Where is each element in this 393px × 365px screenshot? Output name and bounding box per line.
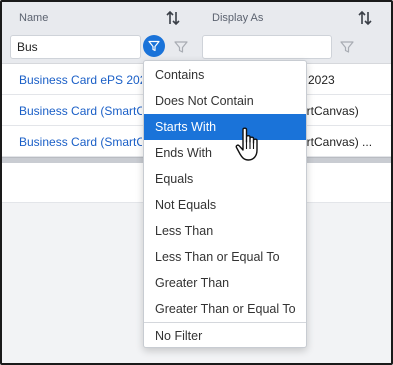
hand-pointer-icon (235, 127, 258, 161)
display-as-filter-input[interactable] (202, 35, 332, 59)
column-header-display-as[interactable]: Display As (212, 12, 263, 24)
filter-outline-icon[interactable] (339, 39, 355, 55)
menu-item-greater-than-or-equal[interactable]: Greater Than or Equal To (144, 296, 306, 322)
filter-icon (148, 40, 160, 52)
menu-item-not-equals[interactable]: Not Equals (144, 192, 306, 218)
menu-item-no-filter[interactable]: No Filter (144, 323, 306, 349)
row-name-link[interactable]: Business Card (SmartCanvas) (19, 135, 142, 149)
row-display-as: artCanvas) (300, 104, 359, 118)
name-filter-input[interactable] (10, 35, 141, 59)
menu-item-does-not-contain[interactable]: Does Not Contain (144, 88, 306, 114)
row-display-as: 2023 (308, 73, 335, 87)
menu-item-starts-with[interactable]: Starts With (144, 114, 306, 140)
sort-arrows-icon[interactable] (166, 10, 180, 26)
grid-window: Name Display As Business Card ePS 2023 2… (0, 0, 393, 365)
row-name-link[interactable]: Business Card (SmartCanvas) (19, 104, 142, 118)
sort-arrows-icon[interactable] (358, 10, 372, 26)
filter-condition-menu: Contains Does Not Contain Starts With En… (143, 60, 307, 348)
menu-item-ends-with[interactable]: Ends With (144, 140, 306, 166)
menu-item-contains[interactable]: Contains (144, 62, 306, 88)
row-name-link[interactable]: Business Card ePS 2023 (19, 73, 142, 87)
name-filter-button[interactable] (143, 35, 165, 57)
menu-item-less-than[interactable]: Less Than (144, 218, 306, 244)
menu-item-less-than-or-equal[interactable]: Less Than or Equal To (144, 244, 306, 270)
grid-header: Name Display As (2, 2, 391, 64)
column-header-name[interactable]: Name (19, 12, 48, 24)
menu-item-equals[interactable]: Equals (144, 166, 306, 192)
filter-outline-icon[interactable] (173, 39, 189, 55)
row-display-as: artCanvas) ... (300, 135, 373, 149)
menu-item-greater-than[interactable]: Greater Than (144, 270, 306, 296)
